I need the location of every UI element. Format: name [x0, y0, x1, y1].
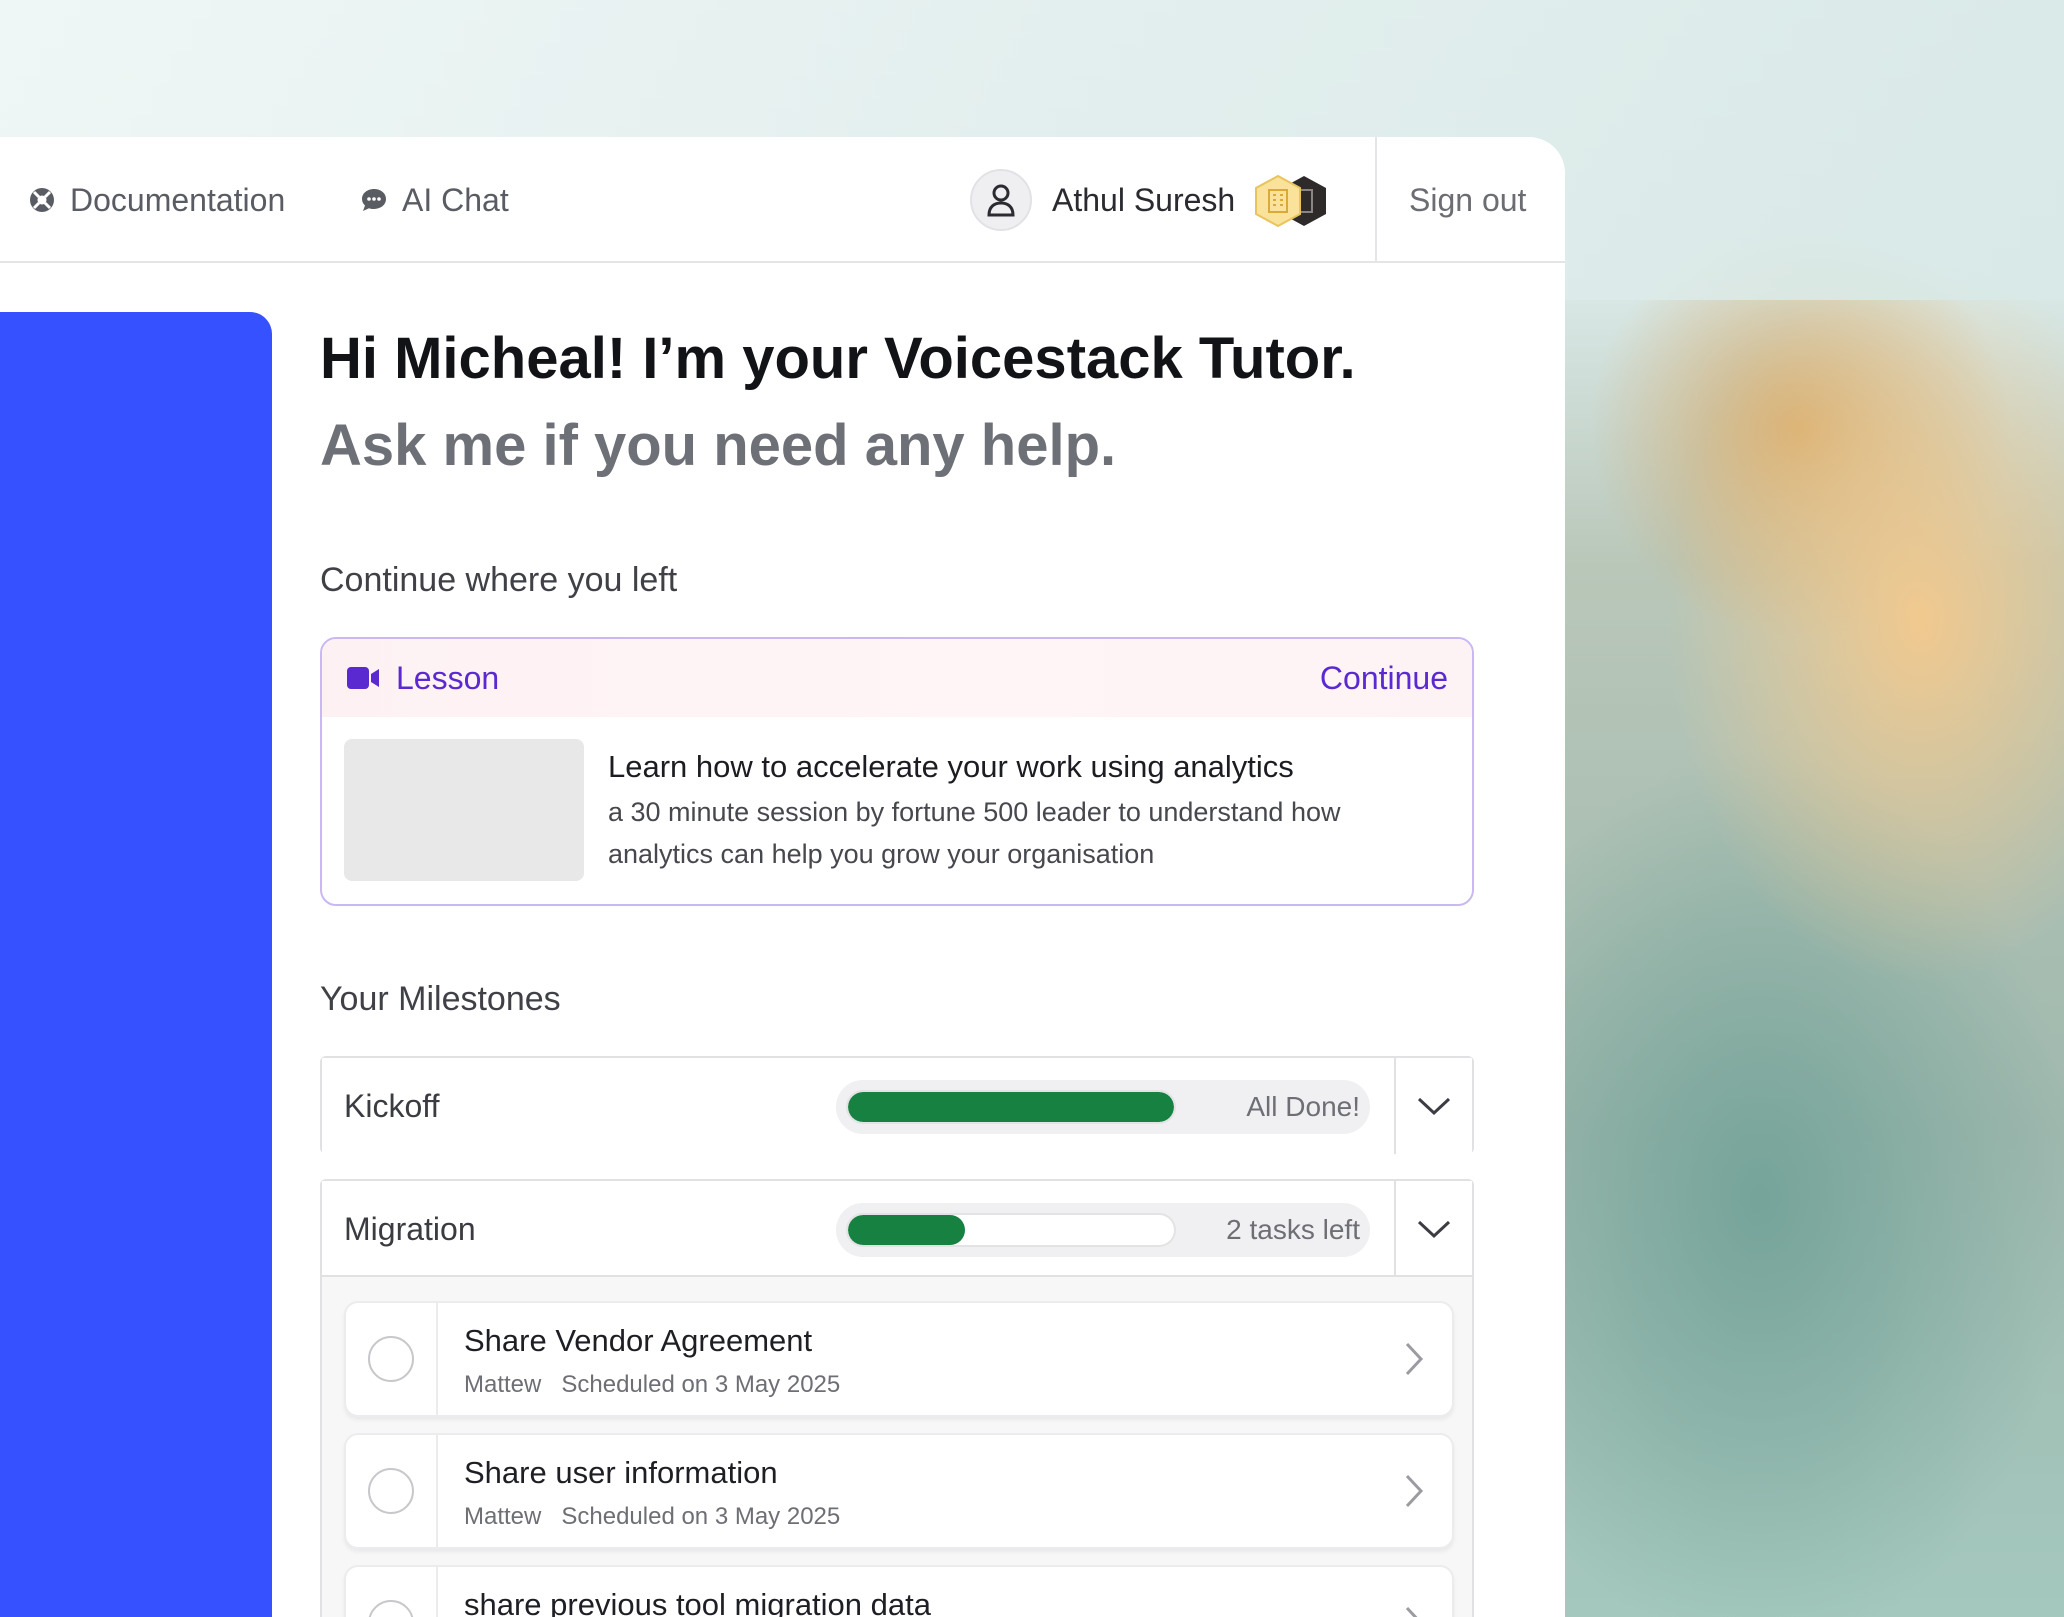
milestone-header[interactable]: Kickoff All Done!: [322, 1058, 1472, 1154]
documentation-link[interactable]: Documentation: [28, 137, 285, 263]
user-menu[interactable]: Athul Suresh: [970, 137, 1329, 263]
lesson-card-body: Learn how to accelerate your work using …: [322, 717, 1472, 903]
lesson-card[interactable]: Lesson Continue Learn how to accelerate …: [320, 637, 1474, 906]
task-title: share previous tool migration data: [464, 1587, 931, 1617]
checkbox-circle: [368, 1468, 414, 1514]
task-list: Share Vendor Agreement Mattew Scheduled o…: [344, 1301, 1454, 1617]
avatar[interactable]: [970, 169, 1032, 231]
chevron-right-icon: [1405, 1342, 1424, 1376]
task-checkbox[interactable]: [346, 1435, 438, 1547]
lesson-thumbnail[interactable]: [344, 739, 584, 881]
topbar-divider: [1375, 137, 1377, 263]
milestone-kickoff: Kickoff All Done!: [320, 1056, 1474, 1154]
building-badge-icon: [1255, 174, 1302, 228]
organization-badges: [1253, 172, 1329, 228]
ai-chat-label: AI Chat: [402, 181, 509, 218]
task-meta: Mattew Scheduled on 3 May 2025: [464, 1503, 840, 1531]
lesson-tag: Lesson: [346, 660, 499, 697]
milestone-migration: Migration 2 tasks left Share Vendor Agre…: [320, 1179, 1474, 1617]
lesson-text: Learn how to accelerate your work using …: [608, 739, 1428, 881]
task-meta: Mattew Scheduled on 3 May 2025: [464, 1371, 840, 1399]
app-window: Documentation AI Chat Athul Suresh Sign …: [0, 137, 1565, 1617]
task-checkbox[interactable]: [346, 1303, 438, 1415]
sidebar-panel: [0, 312, 272, 1617]
chevron-down-icon: [1417, 1220, 1451, 1239]
milestone-header[interactable]: Migration 2 tasks left: [322, 1181, 1472, 1277]
chat-bubble-icon: [362, 189, 386, 211]
task-assignee: Mattew: [464, 1371, 542, 1398]
open-task-button[interactable]: [1404, 1435, 1424, 1547]
ai-chat-link[interactable]: AI Chat: [360, 137, 509, 263]
task-checkbox[interactable]: [346, 1567, 438, 1617]
chevron-right-icon: [1405, 1474, 1424, 1508]
task-schedule: Scheduled on 3 May 2025: [561, 1503, 841, 1530]
task-title: Share user information: [464, 1455, 778, 1490]
progress-bar-fill: [848, 1215, 966, 1245]
page-subtitle: Ask me if you need any help.: [320, 413, 1117, 478]
open-task-button[interactable]: [1404, 1303, 1424, 1415]
milestone-status: 2 tasks left: [1226, 1214, 1360, 1245]
expand-button[interactable]: [1394, 1058, 1472, 1154]
milestone-status: All Done!: [1246, 1091, 1360, 1122]
task-title: Share Vendor Agreement: [464, 1323, 813, 1358]
expand-button[interactable]: [1394, 1181, 1472, 1277]
top-navigation-bar: Documentation AI Chat Athul Suresh Sign …: [0, 137, 1565, 263]
lifebuoy-icon: [30, 188, 54, 212]
progress-bar: [846, 1090, 1176, 1124]
lesson-card-header: Lesson Continue: [322, 639, 1472, 717]
user-name: Athul Suresh: [1052, 181, 1236, 218]
task-item[interactable]: share previous tool migration data: [344, 1565, 1454, 1617]
task-assignee: Mattew: [464, 1503, 542, 1530]
lesson-tag-label: Lesson: [396, 659, 500, 696]
milestone-progress: 2 tasks left: [836, 1203, 1370, 1257]
continue-section-title: Continue where you left: [320, 561, 678, 599]
task-item[interactable]: Share user information Mattew Scheduled o…: [344, 1433, 1454, 1549]
chevron-right-icon: [1405, 1606, 1418, 1617]
milestone-name: Kickoff: [344, 1087, 440, 1124]
progress-bar: [846, 1213, 1176, 1247]
task-schedule: Scheduled on 3 May 2025: [561, 1371, 841, 1398]
continue-button[interactable]: Continue: [1320, 660, 1448, 697]
chevron-down-icon: [1417, 1097, 1451, 1116]
milestone-name: Migration: [344, 1210, 476, 1247]
milestones-section-title: Your Milestones: [320, 980, 561, 1018]
page-title: Hi Micheal! I’m your Voicestack Tutor.: [320, 326, 1356, 391]
sign-out-button[interactable]: Sign out: [1409, 137, 1526, 263]
task-item[interactable]: Share Vendor Agreement Mattew Scheduled o…: [344, 1301, 1454, 1417]
documentation-label: Documentation: [70, 181, 286, 218]
lesson-title: Learn how to accelerate your work using …: [608, 749, 1294, 784]
lesson-description: a 30 minute session by fortune 500 leade…: [608, 797, 1341, 869]
progress-bar-fill: [848, 1092, 1174, 1122]
user-icon: [987, 184, 1015, 217]
video-camera-icon: [347, 667, 379, 689]
checkbox-circle: [368, 1336, 414, 1382]
open-task-button[interactable]: [1404, 1567, 1424, 1617]
checkbox-circle: [368, 1600, 414, 1617]
milestone-progress: All Done!: [836, 1080, 1370, 1134]
